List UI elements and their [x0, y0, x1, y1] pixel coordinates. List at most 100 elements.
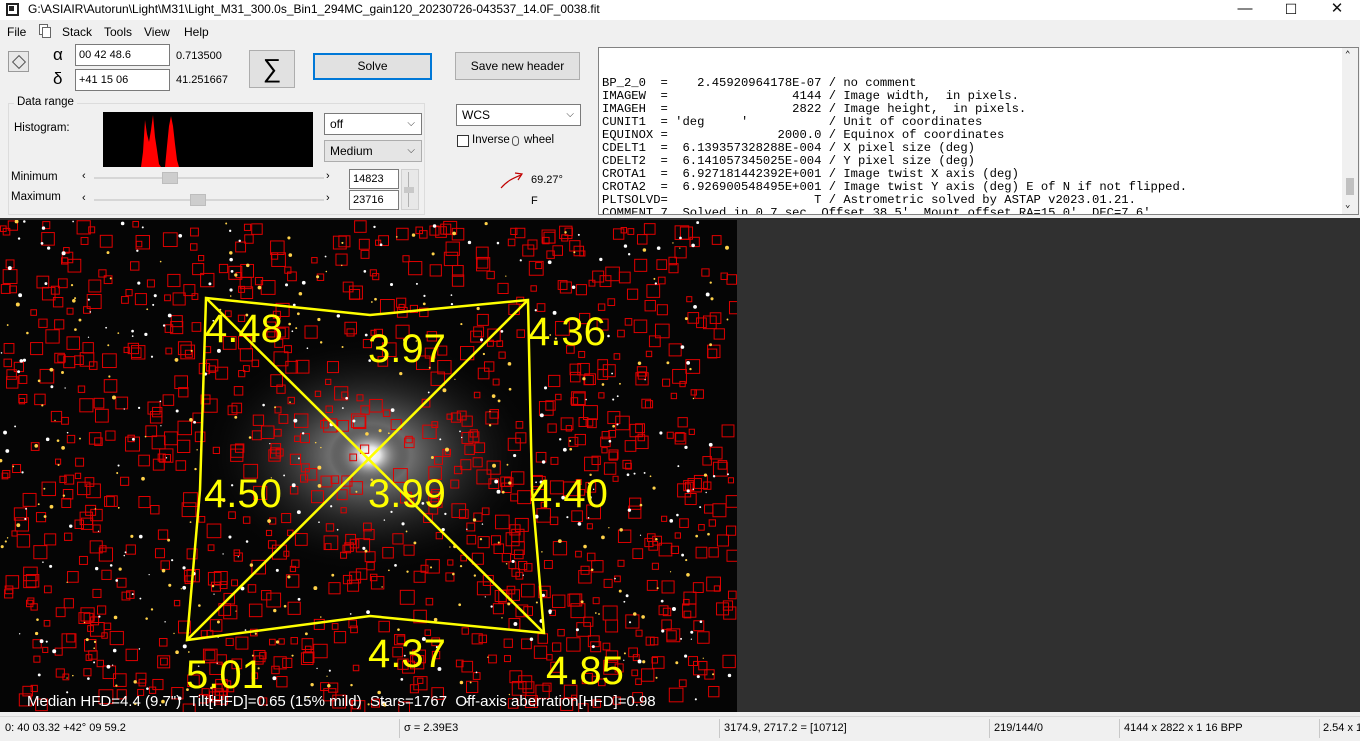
astro-image[interactable]: 4.48 3.97 4.36 4.50 3.99 4.40 5.01 4.37 …: [0, 220, 737, 712]
minimum-slider[interactable]: ‹ ›: [80, 170, 338, 186]
star-dot: [316, 275, 320, 279]
star-dot: [0, 545, 4, 549]
star-dot: [608, 527, 610, 529]
star-dot: [291, 654, 294, 657]
spin-thumb[interactable]: [404, 187, 414, 193]
star-dot: [432, 224, 437, 228]
menu-view[interactable]: View: [144, 25, 170, 39]
inverse-wheel-checkbox[interactable]: [457, 135, 469, 147]
star-dot: [297, 597, 301, 601]
tilt-value-top-right: 4.36: [528, 310, 606, 354]
star-dot: [619, 528, 623, 532]
star-dot: [679, 236, 682, 240]
star-dot: [413, 541, 417, 545]
delta-symbol: δ: [53, 69, 63, 88]
chevron-up-icon[interactable]: ⌃: [1345, 49, 1350, 62]
solve-button[interactable]: Solve: [313, 53, 432, 80]
star-dot: [167, 538, 171, 542]
star-dot: [229, 251, 233, 255]
maximum-value-input[interactable]: [349, 190, 399, 210]
menu-help[interactable]: Help: [184, 25, 209, 39]
minimum-value-input[interactable]: [349, 169, 399, 189]
star-dot: [708, 442, 713, 447]
star-dot: [557, 539, 562, 544]
star-dot: [472, 518, 477, 522]
chevron-down-icon[interactable]: ⌄: [1345, 199, 1350, 212]
data-range-title: Data range: [14, 96, 77, 108]
star-dot: [331, 573, 335, 577]
slider-thumb[interactable]: [190, 194, 207, 206]
range-spin-control[interactable]: [401, 169, 419, 210]
star-dot: [106, 664, 111, 669]
ra-degrees: 0.713500: [176, 50, 222, 62]
star-dot: [633, 612, 637, 616]
star-dot: [15, 302, 20, 307]
star-dot: [374, 297, 377, 301]
save-new-header-button[interactable]: Save new header: [455, 52, 580, 80]
star-dot: [7, 266, 12, 271]
star-dot: [623, 652, 626, 655]
minimize-button[interactable]: —: [1222, 0, 1268, 20]
star-dot: [216, 620, 220, 624]
star-dot: [497, 399, 501, 403]
star-dot: [131, 335, 134, 337]
star-dot: [52, 649, 57, 654]
star-dot: [659, 431, 663, 435]
fits-header-scrollbar[interactable]: ⌃ ⌄: [1342, 48, 1358, 214]
fits-header-memo[interactable]: BP_2_0 = 2.45920964178E-07 / no comment I…: [598, 47, 1359, 215]
star-dot: [211, 584, 215, 588]
star-dot: [297, 457, 300, 460]
star-dot: [712, 673, 715, 676]
maximum-slider[interactable]: ‹ ›: [80, 192, 338, 208]
star-dot: [696, 221, 700, 225]
rotate-toggle-button[interactable]: [8, 51, 29, 72]
chevron-right-icon[interactable]: ›: [326, 170, 330, 182]
star-dot: [194, 467, 197, 471]
star-dot: [37, 379, 41, 383]
star-dot: [672, 242, 674, 244]
star-dot: [459, 680, 464, 685]
menu-file[interactable]: File: [7, 25, 26, 39]
star-dot: [269, 442, 271, 445]
star-dot: [599, 257, 603, 262]
level-select[interactable]: Medium ⌵: [324, 140, 422, 162]
scrollbar-thumb[interactable]: [1346, 178, 1354, 195]
star-dot: [159, 260, 162, 263]
star-dot: [41, 404, 44, 407]
star-dot: [288, 253, 293, 257]
star-dot: [459, 564, 463, 568]
star-dot: [196, 449, 198, 451]
star-dot: [627, 508, 632, 512]
chevron-right-icon[interactable]: ›: [326, 192, 330, 204]
star-dot: [145, 617, 148, 620]
stretch-select[interactable]: off ⌵: [324, 113, 422, 135]
slider-thumb[interactable]: [162, 172, 179, 184]
star-dot: [373, 225, 376, 229]
maximize-button[interactable]: ☐: [1268, 0, 1314, 20]
star-dot: [379, 243, 383, 247]
star-dot: [686, 361, 691, 365]
menu-tools[interactable]: Tools: [104, 25, 132, 39]
window-title: G:\ASIAIR\Autorun\Light\M31\Light_M31_30…: [28, 2, 600, 16]
star-dot: [677, 465, 680, 468]
dec-input[interactable]: [75, 69, 170, 91]
chevron-left-icon[interactable]: ‹: [82, 192, 86, 204]
star-dot: [458, 603, 462, 607]
ra-input[interactable]: [75, 44, 170, 66]
sigma-stack-button[interactable]: ∑: [249, 50, 295, 88]
star-dot: [137, 406, 141, 410]
star-dot: [234, 273, 238, 277]
close-button[interactable]: ✕: [1314, 0, 1360, 20]
star-dot: [61, 446, 65, 450]
star-dot: [684, 654, 688, 658]
star-dot: [427, 391, 430, 394]
star-dot: [167, 313, 172, 318]
chevron-left-icon[interactable]: ‹: [82, 170, 86, 182]
menu-stack[interactable]: Stack: [62, 25, 92, 39]
star-dot: [118, 567, 122, 571]
star-dot: [675, 661, 679, 665]
star-dot: [137, 281, 141, 285]
star-dot: [479, 338, 484, 342]
image-viewer[interactable]: 4.48 3.97 4.36 4.50 3.99 4.40 5.01 4.37 …: [0, 218, 1360, 712]
wcs-select[interactable]: WCS ⌵: [456, 104, 581, 126]
